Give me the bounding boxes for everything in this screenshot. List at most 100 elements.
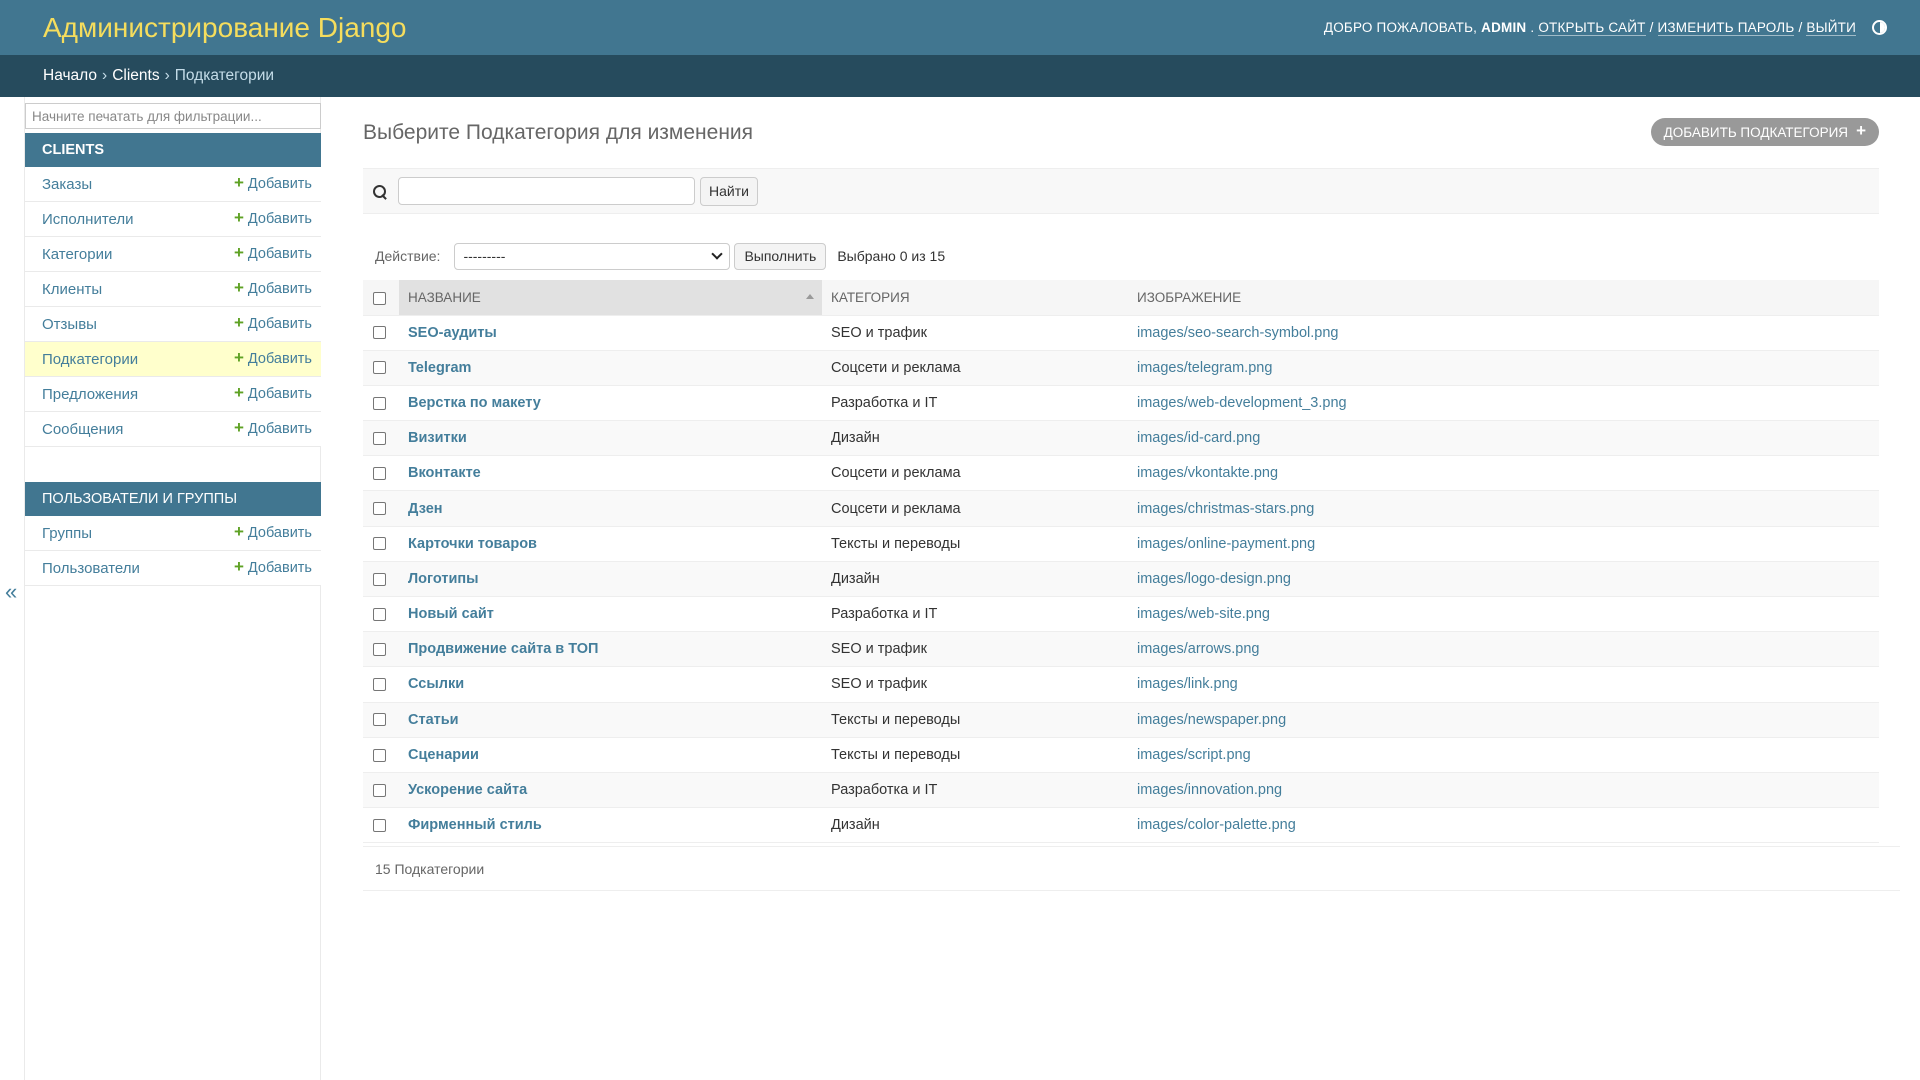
subcategory-name-link[interactable]: Фирменный стиль (408, 817, 542, 833)
search-button[interactable]: Найти (700, 176, 758, 206)
column-header-image: Изображение (1128, 280, 1879, 316)
image-link[interactable]: images/web-site.png (1137, 606, 1270, 622)
subcategory-name-link[interactable]: Статьи (408, 712, 459, 728)
image-link[interactable]: images/id-card.png (1137, 430, 1260, 446)
sidebar-add-link[interactable]: + Добавить (234, 209, 312, 227)
row-checkbox[interactable] (373, 713, 386, 727)
image-link[interactable]: images/vkontakte.png (1137, 465, 1278, 481)
logout-link[interactable]: Выйти (1806, 20, 1856, 36)
breadcrumb-app[interactable]: Clients (112, 67, 159, 85)
image-link[interactable]: images/color-palette.png (1137, 817, 1296, 833)
sidebar-item-label[interactable]: Исполнители (42, 211, 134, 228)
subcategory-name-link[interactable]: Логотипы (408, 571, 479, 587)
breadcrumb-home[interactable]: Начало (43, 67, 97, 85)
subcategory-name-link[interactable]: Новый сайт (408, 606, 494, 622)
sidebar-add-link[interactable]: + Добавить (233, 557, 312, 576)
row-checkbox[interactable] (373, 642, 386, 656)
search-input[interactable] (398, 177, 695, 205)
action-select[interactable]: --------- (454, 242, 731, 270)
category-cell: Разработка и IT (822, 596, 1128, 633)
subcategory-name-link[interactable]: Ускорение сайта (408, 782, 527, 798)
subcategory-name-link[interactable]: Верстка по макету (408, 395, 541, 411)
image-link[interactable]: images/logo-design.png (1137, 571, 1291, 587)
results-table: Название Категория Изображение SEO-аудит… (363, 280, 1879, 844)
sidebar-add-link[interactable]: + Добавить (234, 523, 312, 541)
row-checkbox[interactable] (373, 537, 386, 551)
row-checkbox[interactable] (373, 572, 386, 586)
sidebar-item-label[interactable]: Клиенты (42, 281, 102, 298)
subcategory-name-link[interactable]: Вконтакте (408, 465, 481, 481)
image-link[interactable]: images/newspaper.png (1137, 712, 1286, 728)
sidebar-item-label[interactable]: Категории (42, 246, 112, 263)
subcategory-name-link[interactable]: Сценарии (408, 747, 479, 763)
row-checkbox[interactable] (373, 748, 386, 762)
sidebar-item-orders: Заказы + Добавить (25, 167, 321, 202)
sidebar-item-label[interactable]: Заказы (42, 176, 92, 193)
run-action-button[interactable]: Выполнить (734, 242, 827, 270)
image-link[interactable]: images/link.png (1137, 676, 1238, 692)
sidebar-add-link[interactable]: + Добавить (234, 384, 312, 402)
row-checkbox[interactable] (373, 783, 386, 797)
subcategory-name-link[interactable]: Telegram (408, 360, 471, 376)
row-checkbox[interactable] (373, 502, 386, 516)
subcategory-name-link[interactable]: Продвижение сайта в ТОП (408, 641, 598, 657)
change-password-link[interactable]: Изменить пароль (1657, 20, 1795, 36)
site-branding[interactable]: Администрирование Django (43, 12, 407, 44)
category-cell: Соцсети и реклама (822, 455, 1128, 492)
column-header-name[interactable]: Название (399, 280, 822, 316)
row-checkbox[interactable] (373, 396, 386, 410)
subcategory-name-link[interactable]: Дзен (408, 501, 443, 517)
sidebar-add-link[interactable]: + Добавить (234, 174, 312, 192)
header: Администрирование Django Добро пожаловат… (0, 0, 1920, 55)
row-checkbox[interactable] (373, 607, 386, 621)
subcategory-name-link[interactable]: SEO-аудиты (408, 325, 497, 341)
row-checkbox[interactable] (373, 431, 386, 445)
breadcrumb-current: Подкатегории (174, 67, 275, 84)
select-all-checkbox[interactable] (373, 291, 386, 305)
view-site-link[interactable]: Открыть сайт (1538, 20, 1646, 36)
category-cell: Дизайн (822, 807, 1128, 844)
image-link[interactable]: images/web-development_3.png (1137, 395, 1347, 411)
sidebar-item-label[interactable]: Подкатегории (42, 351, 138, 368)
sidebar-add-link[interactable]: + Добавить (234, 279, 312, 297)
table-header-row: Название Категория Изображение (363, 280, 1879, 316)
sort-ascending-icon[interactable] (806, 294, 814, 299)
sidebar-item-label[interactable]: Сообщения (42, 421, 123, 438)
image-link[interactable]: images/innovation.png (1137, 782, 1282, 798)
row-checkbox[interactable] (373, 678, 386, 692)
sidebar-add-link[interactable]: + Добавить (234, 419, 312, 437)
table-row: Логотипы Дизайн images/logo-design.png (363, 561, 1879, 598)
sidebar-item-label[interactable]: Пользователи (42, 560, 140, 577)
subcategory-name-link[interactable]: Визитки (408, 430, 467, 446)
add-subcategory-button[interactable]: Добавить Подкатегория + (1650, 118, 1879, 146)
theme-toggle-icon[interactable] (1872, 20, 1887, 35)
row-checkbox[interactable] (373, 326, 386, 340)
subcategory-name-link[interactable]: Ссылки (408, 676, 464, 692)
subcategory-name-link[interactable]: Карточки товаров (408, 536, 537, 552)
sidebar-item-reviews: Отзывы + Добавить (25, 307, 321, 342)
app-caption-clients[interactable]: Clients (25, 133, 321, 167)
toggle-sidebar-button[interactable]: « (5, 579, 17, 605)
image-link[interactable]: images/online-payment.png (1137, 536, 1315, 552)
sidebar-item-label[interactable]: Группы (42, 525, 92, 542)
table-row: Статьи Тексты и переводы images/newspaper.… (363, 702, 1879, 738)
image-link[interactable]: images/arrows.png (1137, 641, 1260, 657)
nav-filter-input[interactable] (25, 103, 321, 129)
sidebar-add-link[interactable]: + Добавить (234, 314, 312, 332)
image-link[interactable]: images/script.png (1137, 747, 1251, 763)
app-caption-auth[interactable]: Пользователи и группы (25, 482, 321, 516)
sidebar-item-label[interactable]: Отзывы (42, 316, 97, 333)
sidebar-item-users: Пользователи + Добавить (25, 551, 321, 586)
row-checkbox[interactable] (373, 361, 386, 375)
sidebar-item-label[interactable]: Предложения (42, 386, 138, 403)
sidebar-add-link[interactable]: + Добавить (234, 244, 312, 262)
paginator: 15 Подкатегории (363, 846, 1900, 891)
row-checkbox[interactable] (373, 818, 386, 832)
image-link[interactable]: images/telegram.png (1137, 360, 1272, 376)
image-link[interactable]: images/christmas-stars.png (1137, 501, 1314, 517)
sidebar-add-link[interactable]: + Добавить (234, 349, 312, 367)
image-link[interactable]: images/seo-search-symbol.png (1137, 325, 1338, 341)
sidebar-item-subcategories: Подкатегории + Добавить (25, 342, 321, 377)
row-checkbox[interactable] (373, 467, 386, 481)
plus-icon: + (233, 557, 244, 576)
